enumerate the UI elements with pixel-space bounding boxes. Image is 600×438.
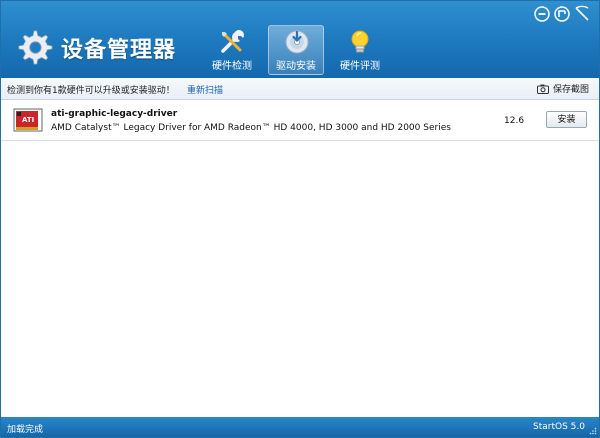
driver-name: ati-graphic-legacy-driver (51, 109, 178, 119)
tab-label: 驱动安装 (276, 61, 316, 72)
info-bar: 检测到你有1款硬件可以升级或安装驱动！ 重新扫描 保存截图 (1, 78, 599, 100)
minimize-icon[interactable] (533, 5, 551, 23)
detect-message: 检测到你有1款硬件可以升级或安装驱动！ (7, 86, 175, 96)
save-screenshot-label: 保存截图 (552, 85, 589, 95)
driver-description: AMD Catalyst™ Legacy Driver for AMD Rade… (51, 123, 451, 133)
tab-label: 硬件检测 (212, 61, 252, 72)
save-screenshot-button[interactable]: 保存截图 (536, 82, 589, 95)
resize-grip-icon[interactable] (589, 427, 597, 435)
device-manager-window: 设备管理器 硬件检测 驱动安装 硬件评测 检测到你有1款硬件可以升级或安装驱动！… (0, 0, 600, 438)
header-bar: 设备管理器 硬件检测 驱动安装 硬件评测 (1, 1, 599, 78)
camera-icon (536, 84, 549, 94)
tab-hardware-detect[interactable]: 硬件检测 (204, 26, 260, 72)
status-bar: 加载完成 StartOS 5.0 (1, 417, 599, 437)
driver-row: ATI ati-graphic-legacy-driver AMD Cataly… (1, 100, 599, 141)
driver-list: ATI ati-graphic-legacy-driver AMD Cataly… (1, 100, 599, 412)
tools-icon (221, 30, 244, 53)
app-title: 设备管理器 (61, 38, 177, 63)
os-version: StartOS 5.0 (533, 422, 585, 432)
tab-label: 硬件评测 (340, 61, 380, 72)
close-icon[interactable] (573, 5, 591, 23)
graphics-card-icon: ATI (13, 108, 43, 132)
tab-hardware-evaluate[interactable]: 硬件评测 (332, 26, 388, 72)
svg-text:ATI: ATI (22, 116, 34, 124)
status-text: 加载完成 (7, 425, 44, 435)
restore-icon[interactable] (553, 5, 571, 23)
rescan-link[interactable]: 重新扫描 (187, 83, 223, 96)
tab-driver-install[interactable]: 驱动安装 (268, 25, 324, 75)
window-controls (533, 5, 595, 27)
driver-disc-icon (285, 30, 309, 54)
driver-version: 12.6 (504, 116, 525, 126)
lightbulb-icon (351, 30, 369, 53)
install-button[interactable]: 安装 (546, 111, 587, 128)
gear-icon (18, 30, 53, 65)
